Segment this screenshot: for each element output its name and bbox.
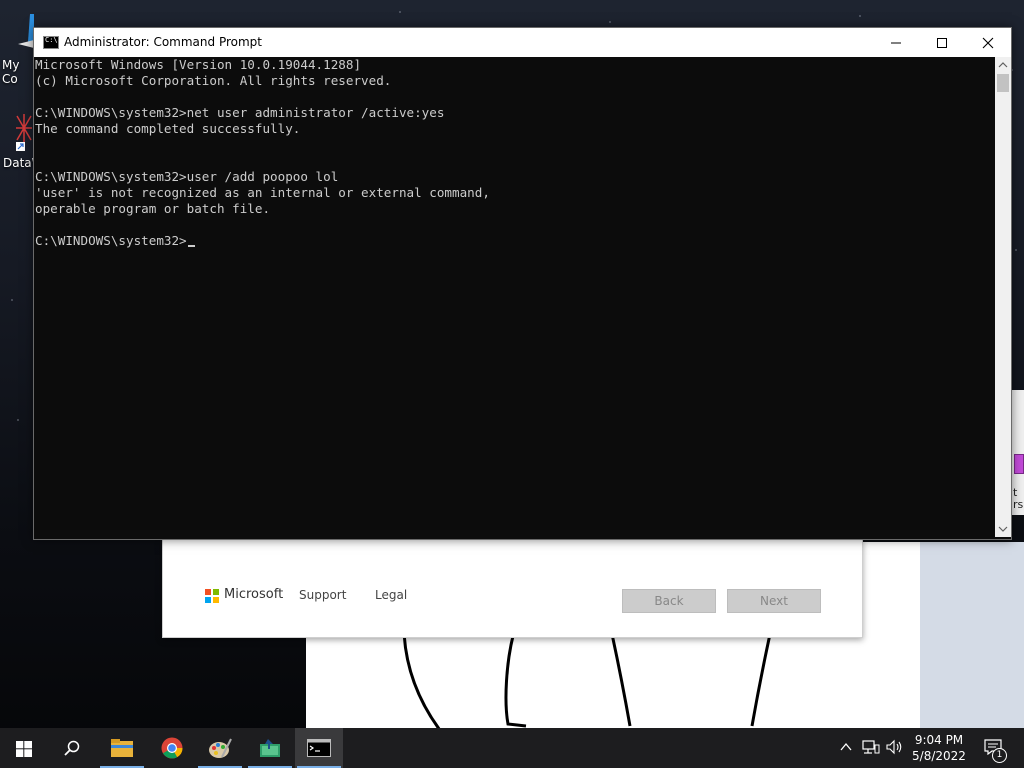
console-line: (c) Microsoft Corporation. All rights re… [35,73,392,88]
desktop-icon-my-computer[interactable]: My Co [0,8,34,86]
microsoft-brand: Microsoft [224,587,284,602]
taskbar-chrome[interactable] [148,728,196,768]
console-line: C:\WINDOWS\system32>user /add poopoo lol [35,169,339,184]
close-icon [982,37,994,49]
file-explorer-icon [111,739,133,757]
desktop-icon-label: My Co [2,58,20,86]
console-line: C:\WINDOWS\system32>net user administrat… [35,105,445,120]
support-link[interactable]: Support [299,588,346,602]
minimize-button[interactable] [873,28,919,57]
setup-dialog: Microsoft Support Legal Back Next [162,538,863,638]
chevron-up-icon[interactable] [840,742,852,752]
notification-badge: 1 [992,748,1007,763]
windows-logo-icon [16,741,32,757]
command-prompt-icon: C:\ [43,36,59,49]
clock[interactable]: 9:04 PM 5/8/2022 [904,732,974,764]
minimize-icon [891,42,901,44]
datawrapper-icon [16,114,32,151]
close-button[interactable] [965,28,1011,57]
paint-icon [209,738,232,758]
taskbar-paint[interactable] [196,728,244,768]
notification-center-button[interactable]: 1 [978,728,1024,768]
next-button[interactable]: Next [727,589,821,613]
console-output[interactable]: Microsoft Windows [Version 10.0.19044.12… [34,57,995,537]
vertical-scrollbar[interactable] [995,57,1011,537]
legal-link[interactable]: Legal [375,588,407,602]
taskbar-app[interactable] [246,728,294,768]
command-prompt-icon [307,739,331,757]
background-window[interactable]: t rs [1012,390,1024,515]
maximize-icon [937,38,947,48]
console-line: 'user' is not recognized as an internal … [35,185,490,200]
console-line: Microsoft Windows [Version 10.0.19044.12… [35,57,362,72]
text-cursor [187,244,195,247]
title-bar[interactable]: C:\ Administrator: Command Prompt [34,28,1011,57]
chevron-up-icon [998,62,1008,68]
console-prompt: C:\WINDOWS\system32> [35,233,187,248]
app-icon [260,739,280,757]
console-line: The command completed successfully. [35,121,301,136]
search-button[interactable] [48,728,96,768]
background-window-text: rs [1013,498,1024,511]
microsoft-logo-icon [205,589,219,603]
network-icon[interactable] [862,739,880,755]
clock-time: 9:04 PM [914,733,964,747]
search-icon [64,740,80,756]
app-tile [1014,454,1024,474]
background-panel [920,542,1024,728]
chevron-down-icon [998,526,1008,532]
command-prompt-window[interactable]: C:\ Administrator: Command Prompt Micros… [33,27,1012,540]
desktop-icon-datawrapper[interactable]: DataW [0,108,44,174]
taskbar: 9:04 PM 5/8/2022 1 [0,728,1024,768]
scroll-down-button[interactable] [995,520,1011,537]
my-computer-icon [18,14,34,48]
taskbar-command-prompt[interactable] [295,728,343,768]
scroll-up-button[interactable] [995,57,1011,74]
console-prompt-line[interactable]: C:\WINDOWS\system32> [34,233,995,249]
scrollbar-thumb[interactable] [997,74,1009,92]
window-title: Administrator: Command Prompt [64,35,262,49]
volume-icon[interactable] [886,739,904,755]
taskbar-file-explorer[interactable] [98,728,146,768]
back-button[interactable]: Back [622,589,716,613]
start-button[interactable] [0,728,48,768]
maximize-button[interactable] [919,28,965,57]
chrome-icon [161,737,183,759]
clock-date: 5/8/2022 [912,749,966,763]
console-line: operable program or batch file. [35,201,271,216]
